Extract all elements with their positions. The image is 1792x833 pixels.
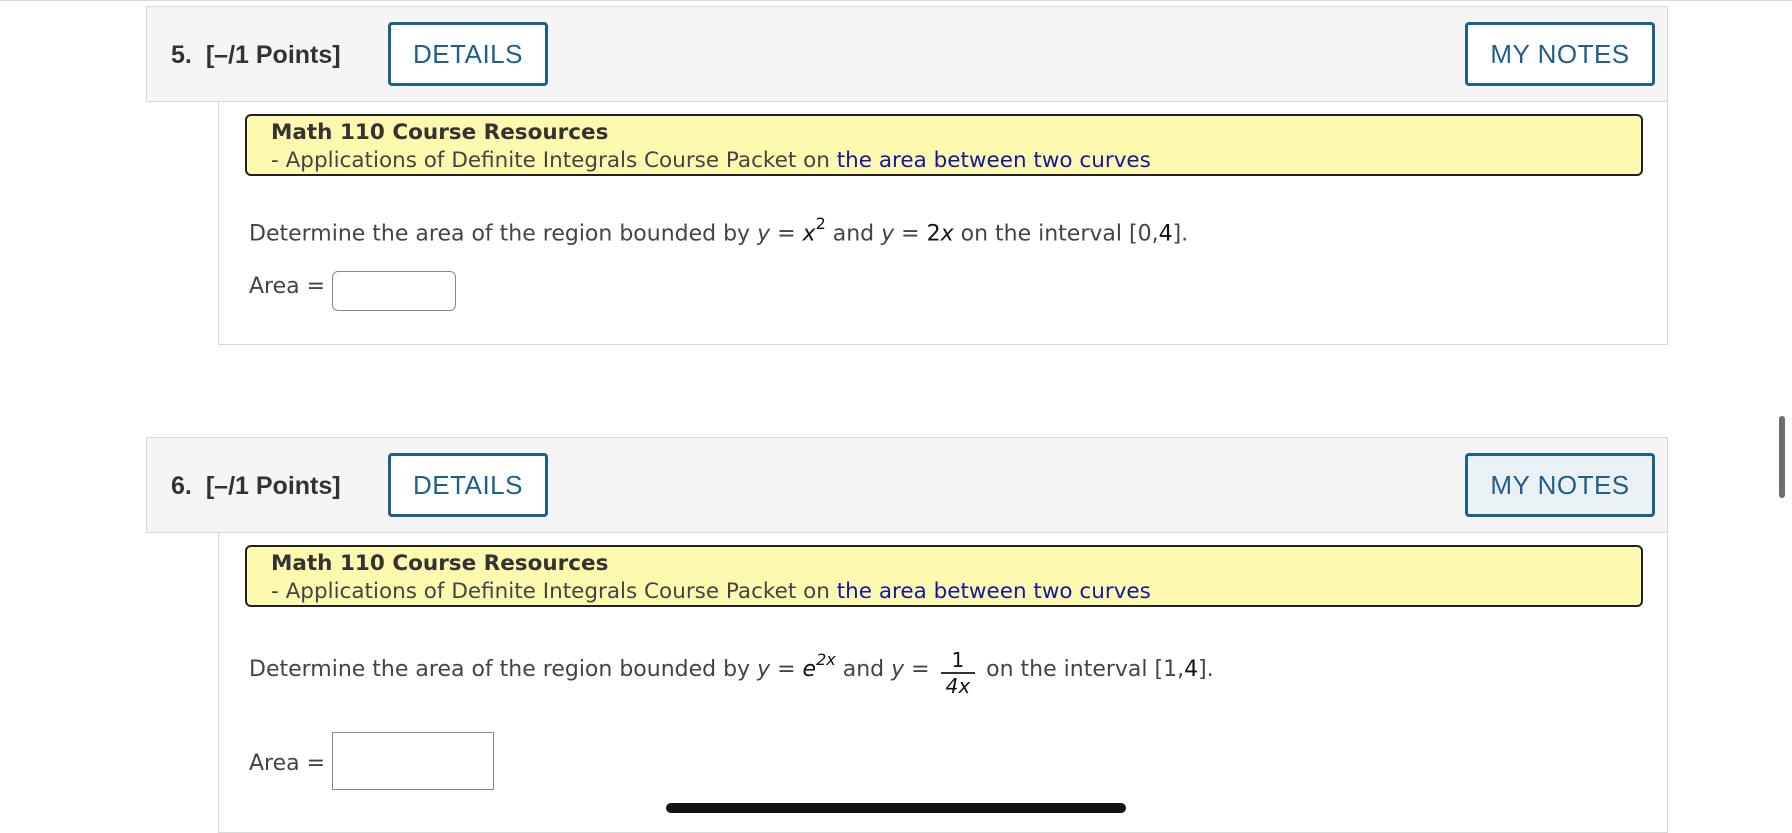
prompt-interval: on the interval [1, xyxy=(979,657,1185,682)
math-var-y: y xyxy=(881,221,895,247)
math-base: e xyxy=(802,657,817,682)
question-6-header: 6. [–/1 Points] DETAILS MY NOTES xyxy=(146,437,1668,533)
interval-close: ]. xyxy=(1172,221,1189,247)
question-number: 5. xyxy=(171,41,192,69)
area-label: Area = xyxy=(249,274,326,299)
math-equals: = xyxy=(770,657,803,682)
math-fraction: 1 4x xyxy=(940,648,976,698)
math-equals: = xyxy=(894,221,927,247)
prompt-and: and xyxy=(835,657,892,682)
area-label: Area = xyxy=(249,751,326,776)
area-between-curves-link[interactable]: the area between two curves xyxy=(837,579,1151,604)
math-exponent: 2x xyxy=(816,649,836,669)
math-exponent: 2 xyxy=(815,214,826,233)
area-answer-input[interactable] xyxy=(332,732,494,790)
area-answer-input[interactable] xyxy=(332,271,456,311)
prompt-and: and xyxy=(825,221,882,247)
math-var-y: y xyxy=(757,657,771,682)
resource-line: - Applications of Definite Integrals Cou… xyxy=(271,147,1617,175)
math-var-y: y xyxy=(757,221,771,247)
question-6-body: Math 110 Course Resources - Applications… xyxy=(218,533,1668,833)
top-divider xyxy=(0,0,1792,1)
math-base: x xyxy=(802,221,816,247)
fraction-numerator: 1 xyxy=(940,648,976,674)
math-var-y: y xyxy=(891,657,905,682)
question-6-prompt: Determine the area of the region bounded… xyxy=(249,645,1214,698)
prompt-interval: on the interval [0, xyxy=(953,221,1159,247)
math-equals: = xyxy=(904,657,937,682)
interval-end: 4 xyxy=(1158,221,1173,247)
area-between-curves-link[interactable]: the area between two curves xyxy=(837,148,1151,173)
fraction-denominator: 4x xyxy=(945,674,971,698)
prompt-lead: Determine the area of the region bounded… xyxy=(249,657,751,682)
math-var-x: x xyxy=(940,221,954,247)
question-5-title: 5. [–/1 Points] xyxy=(171,7,341,103)
interval-end: 4 xyxy=(1184,657,1199,682)
question-6-title: 6. [–/1 Points] xyxy=(171,438,341,534)
scrollbar-thumb[interactable] xyxy=(1779,416,1785,498)
details-button[interactable]: DETAILS xyxy=(388,22,548,86)
interval-close: ]. xyxy=(1198,657,1214,682)
resource-text: - Applications of Definite Integrals Cou… xyxy=(271,579,830,604)
question-5-prompt: Determine the area of the region bounded… xyxy=(249,214,1189,247)
question-points: [–/1 Points] xyxy=(205,41,341,69)
resource-title: Math 110 Course Resources xyxy=(271,551,609,576)
question-number: 6. xyxy=(171,472,192,500)
course-resources-box: Math 110 Course Resources - Applications… xyxy=(245,114,1643,176)
resource-text: - Applications of Definite Integrals Cou… xyxy=(271,148,830,173)
course-resources-box: Math 110 Course Resources - Applications… xyxy=(245,545,1643,607)
math-coefficient: 2 xyxy=(926,221,941,247)
my-notes-button[interactable]: MY NOTES xyxy=(1465,453,1655,517)
question-5-body: Math 110 Course Resources - Applications… xyxy=(218,102,1668,345)
details-button[interactable]: DETAILS xyxy=(388,453,548,517)
question-5-header: 5. [–/1 Points] DETAILS MY NOTES xyxy=(146,6,1668,102)
my-notes-button[interactable]: MY NOTES xyxy=(1465,22,1655,86)
resource-line: - Applications of Definite Integrals Cou… xyxy=(271,578,1617,606)
prompt-lead: Determine the area of the region bounded… xyxy=(249,221,751,247)
resource-title: Math 110 Course Resources xyxy=(271,120,609,145)
question-points: [–/1 Points] xyxy=(205,472,341,500)
math-equals: = xyxy=(770,221,803,247)
home-indicator-bar[interactable] xyxy=(666,803,1126,813)
